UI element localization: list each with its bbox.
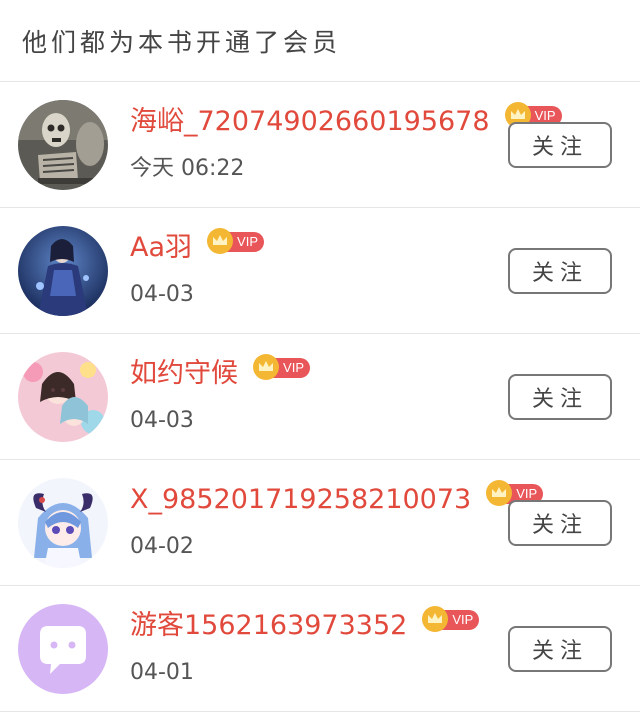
join-date: 今天 06:22 [130,156,245,181]
follow-button[interactable]: 关注 [508,374,612,420]
avatar[interactable] [18,226,108,316]
crown-icon [207,228,234,254]
member-name[interactable]: X_985201719258210073 [130,480,471,520]
crown-icon [422,606,449,632]
follow-button[interactable]: 关注 [508,626,612,672]
avatar[interactable] [18,478,108,568]
anime-pink-avatar-icon [18,352,108,442]
join-date: 04-03 [130,408,194,433]
follow-button[interactable]: 关注 [508,122,612,168]
crown-icon [253,354,279,380]
member-row[interactable]: 游客1562163973352 VIP 04-01 关注 [0,586,640,712]
anime-blue-avatar-icon [18,226,108,316]
anime-horned-avatar-icon [18,478,108,568]
follow-button[interactable]: 关注 [508,500,612,546]
avatar[interactable] [18,100,108,190]
vip-badge: VIP [421,606,481,632]
default-chat-avatar-icon [18,604,108,694]
member-row[interactable]: X_985201719258210073 VIP 04-02 关注 [0,460,640,586]
join-date: 04-01 [130,660,194,685]
vip-badge: VIP [206,228,266,254]
member-name[interactable]: Aa羽 [130,228,192,268]
page-header: 他们都为本书开通了会员 [0,0,640,82]
join-date: 04-03 [130,282,194,307]
member-row[interactable]: 海峪_72074902660195678 VIP 今天 06:22 关注 [0,82,640,208]
member-name[interactable]: 游客1562163973352 [130,606,407,646]
join-date: 04-02 [130,534,194,559]
page-title: 他们都为本书开通了会员 [22,27,342,57]
vip-badge: VIP [252,354,312,380]
avatar[interactable] [18,352,108,442]
member-name[interactable]: 如约守候 [130,354,238,394]
avatar[interactable] [18,604,108,694]
member-row[interactable]: 如约守候 VIP 04-03 关注 [0,334,640,460]
follow-button[interactable]: 关注 [508,248,612,294]
member-row[interactable]: Aa羽 VIP 04-03 关注 [0,208,640,334]
member-name[interactable]: 海峪_72074902660195678 [130,102,490,142]
skeleton-avatar-icon [18,100,108,190]
